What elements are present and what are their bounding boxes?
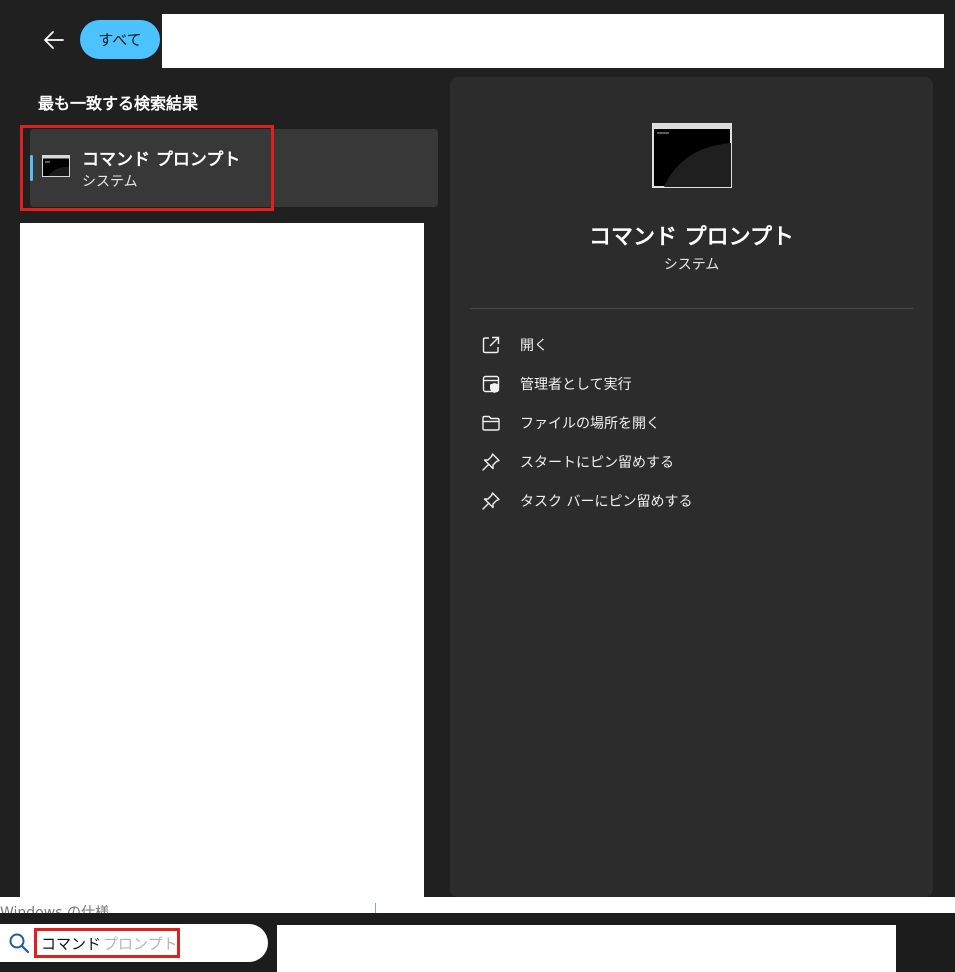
background-window-divider — [375, 903, 376, 913]
action-label: ファイルの場所を開く — [520, 416, 660, 432]
detail-panel: コマンド プロンプト システム 開く 管理者として実行 ファイルの場所を開く ス… — [450, 77, 933, 897]
folder-icon — [480, 412, 502, 434]
best-match-heading: 最も一致する検索結果 — [38, 94, 199, 113]
redacted-results-area — [20, 223, 424, 899]
search-suggestion: プロンプト — [103, 934, 178, 953]
action-label: スタートにピン留めする — [520, 455, 674, 471]
detail-title: コマンド プロンプト — [589, 225, 794, 250]
action-open-file-location[interactable]: ファイルの場所を開く — [480, 407, 880, 439]
divider — [470, 308, 913, 309]
action-label: タスク バーにピン留めする — [520, 494, 693, 510]
redacted-filter-area — [162, 14, 944, 68]
command-prompt-icon — [652, 123, 732, 188]
highlight-box — [20, 125, 274, 211]
action-run-as-admin[interactable]: 管理者として実行 — [480, 368, 880, 400]
action-label: 管理者として実行 — [520, 377, 632, 393]
search-icon — [9, 933, 30, 954]
action-open[interactable]: 開く — [480, 329, 880, 361]
filter-chip-all[interactable]: すべて — [80, 20, 160, 59]
pin-icon — [480, 451, 502, 473]
arrow-left-icon — [44, 31, 64, 49]
open-external-icon — [480, 334, 502, 356]
background-window-strip — [0, 897, 955, 913]
taskbar-search-box[interactable]: コマンド プロンプト — [0, 924, 268, 962]
redacted-taskbar-area — [277, 925, 896, 972]
action-pin-to-taskbar[interactable]: タスク バーにピン留めする — [480, 485, 880, 517]
action-label: 開く — [520, 338, 548, 354]
back-button[interactable] — [36, 22, 72, 58]
run-as-admin-icon — [480, 373, 502, 395]
pin-icon — [480, 490, 502, 512]
detail-subtitle: システム — [663, 257, 720, 273]
search-query: コマンド — [41, 934, 102, 953]
search-input[interactable]: コマンド プロンプト — [34, 928, 180, 958]
action-pin-to-start[interactable]: スタートにピン留めする — [480, 446, 880, 478]
